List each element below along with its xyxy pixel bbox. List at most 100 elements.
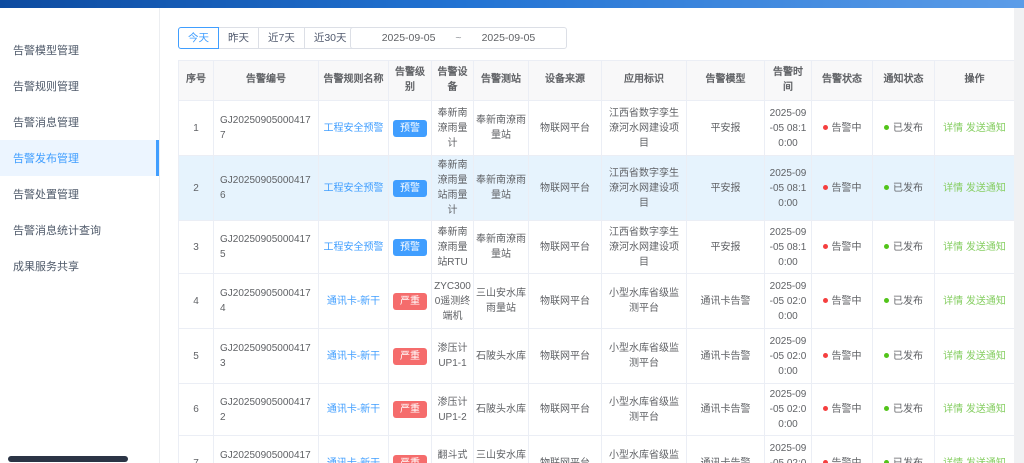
cell-alert-time: 2025-09-05 08:10:00 [764, 100, 812, 156]
sidebar-item-alert-stats-query[interactable]: 告警消息统计查询 [0, 212, 159, 248]
sidebar-item-alert-disposal-mgmt[interactable]: 告警处置管理 [0, 176, 159, 212]
send-notification-link[interactable]: 发送通知 [966, 351, 1006, 362]
detail-link[interactable]: 详情 [943, 296, 963, 307]
quick-filter-yesterday[interactable]: 昨天 [218, 27, 259, 49]
detail-link[interactable]: 详情 [943, 123, 963, 134]
detail-link[interactable]: 详情 [943, 351, 963, 362]
col-device: 告警设备 [431, 60, 474, 101]
table-row[interactable]: 6 GJ202509050004172 通讯卡-新干 严重 渗压计UP1-2 石… [178, 383, 1014, 436]
col-time: 告警时间 [764, 60, 812, 101]
cell-row-number: 4 [178, 273, 214, 329]
cell-alert-station: 石陂头水库 [473, 328, 529, 384]
published-status-dot [884, 459, 889, 463]
table-row[interactable]: 3 GJ202509050004175 工程安全预警 预警 奉新南潦雨量站RTU… [178, 220, 1014, 274]
cell-rule-name: 通讯卡-新干 [318, 383, 389, 436]
cell-alert-id: GJ202509050004171 [213, 435, 319, 463]
col-actions: 操作 [934, 60, 1014, 101]
cell-actions: 详情 发送通知 [934, 435, 1014, 463]
alert-status-text: 告警中 [831, 295, 862, 307]
alarm-status-dot [822, 297, 828, 303]
alarm-status-dot [822, 184, 828, 190]
cell-rule-name: 通讯卡-新干 [318, 273, 389, 329]
cell-device-source: 物联网平台 [528, 383, 602, 436]
alert-rule-link[interactable]: 通讯卡-新干 [327, 404, 380, 415]
cell-alert-status: 告警中 [811, 100, 873, 156]
send-notification-link[interactable]: 发送通知 [966, 183, 1006, 194]
cell-alert-model: 平安报 [686, 155, 765, 221]
start-date-value[interactable]: 2025-09-05 [382, 32, 436, 44]
table-row[interactable]: 7 GJ202509050004171 通讯卡-新干 严重 翻斗式雨量计 三山安… [178, 435, 1014, 463]
cell-alert-status: 告警中 [811, 435, 873, 463]
sidebar-item-alert-message-mgmt[interactable]: 告警消息管理 [0, 104, 159, 140]
send-notification-link[interactable]: 发送通知 [966, 296, 1006, 307]
cell-actions: 详情 发送通知 [934, 383, 1014, 436]
quick-filter-last-7-days[interactable]: 近7天 [258, 27, 305, 49]
cell-device-source: 物联网平台 [528, 273, 602, 329]
cell-alert-device: 奉新南潦雨量计 [431, 100, 474, 156]
detail-link[interactable]: 详情 [943, 242, 963, 253]
cell-actions: 详情 发送通知 [934, 100, 1014, 156]
cell-alert-id: GJ202509050004173 [213, 328, 319, 384]
table-row[interactable]: 5 GJ202509050004173 通讯卡-新干 严重 渗压计UP1-1 石… [178, 328, 1014, 384]
send-notification-link[interactable]: 发送通知 [966, 404, 1006, 415]
cell-rule-name: 通讯卡-新干 [318, 328, 389, 384]
alarm-status-dot [822, 352, 828, 358]
alert-level-badge: 预警 [393, 119, 427, 137]
detail-link[interactable]: 详情 [943, 183, 963, 194]
date-range-picker[interactable]: 2025-09-05 ~ 2025-09-05 [350, 27, 567, 49]
cell-alert-time: 2025-09-05 08:10:00 [764, 155, 812, 221]
table-row[interactable]: 1 GJ202509050004177 工程安全预警 预警 奉新南潦雨量计 奉新… [178, 100, 1014, 156]
cell-alert-status: 告警中 [811, 273, 873, 329]
notify-status-text: 已发布 [893, 182, 923, 194]
table-row[interactable]: 4 GJ202509050004174 通讯卡-新干 严重 ZYC3000遥测终… [178, 273, 1014, 329]
alert-rule-link[interactable]: 工程安全预警 [324, 242, 384, 253]
sidebar-item-alert-publish-mgmt[interactable]: 告警发布管理 [0, 140, 159, 176]
published-status-dot [884, 243, 889, 249]
cell-alert-time: 2025-09-05 02:00:00 [764, 273, 812, 329]
send-notification-link[interactable]: 发送通知 [966, 242, 1006, 253]
detail-link[interactable]: 详情 [943, 458, 963, 463]
cell-actions: 详情 发送通知 [934, 155, 1014, 221]
alarm-status-dot [822, 124, 828, 130]
cell-row-number: 7 [178, 435, 214, 463]
detail-link[interactable]: 详情 [943, 404, 963, 415]
alert-rule-link[interactable]: 通讯卡-新干 [327, 351, 380, 362]
alert-rule-link[interactable]: 工程安全预警 [324, 183, 384, 194]
published-status-dot [884, 352, 889, 358]
alert-status-text: 告警中 [831, 241, 862, 253]
alert-rule-link[interactable]: 通讯卡-新干 [327, 458, 380, 463]
sidebar-item-alert-rule-mgmt[interactable]: 告警规则管理 [0, 68, 159, 104]
cell-alert-device: 翻斗式雨量计 [431, 435, 474, 463]
notify-status-text: 已发布 [893, 295, 923, 307]
end-date-value[interactable]: 2025-09-05 [482, 32, 536, 44]
cell-app-identifier: 小型水库省级监测平台 [601, 383, 687, 436]
cell-alert-level: 预警 [388, 220, 432, 274]
alert-status-text: 告警中 [831, 350, 862, 362]
sidebar-item-result-service-sharing[interactable]: 成果服务共享 [0, 248, 159, 284]
table-row[interactable]: 2 GJ202509050004176 工程安全预警 预警 奉新南潦雨量站雨量计… [178, 155, 1014, 221]
quick-filter-last-30-days[interactable]: 近30天 [303, 27, 357, 49]
horizontal-scrollbar-thumb[interactable] [8, 456, 128, 462]
cell-alert-level: 严重 [388, 435, 432, 463]
cell-alert-model: 通讯卡告警 [686, 273, 765, 329]
alarm-status-dot [822, 243, 828, 249]
col-model: 告警模型 [686, 60, 765, 101]
cell-alert-level: 预警 [388, 155, 432, 221]
cell-alert-time: 2025-09-05 02:00:00 [764, 328, 812, 384]
alert-rule-link[interactable]: 通讯卡-新干 [327, 296, 380, 307]
cell-device-source: 物联网平台 [528, 328, 602, 384]
send-notification-link[interactable]: 发送通知 [966, 458, 1006, 463]
cell-app-identifier: 江西省数字孪生潦河水网建设项目 [601, 220, 687, 274]
cell-actions: 详情 发送通知 [934, 273, 1014, 329]
cell-alert-time: 2025-09-05 02:00:00 [764, 435, 812, 463]
alert-status-text: 告警中 [831, 404, 862, 415]
cell-alert-level: 严重 [388, 273, 432, 329]
col-station: 告警测站 [473, 60, 529, 101]
quick-filter-today[interactable]: 今天 [178, 27, 219, 49]
sidebar-item-alert-model-mgmt[interactable]: 告警模型管理 [0, 32, 159, 68]
cell-alert-id: GJ202509050004175 [213, 220, 319, 274]
alert-rule-link[interactable]: 工程安全预警 [324, 123, 384, 134]
send-notification-link[interactable]: 发送通知 [966, 123, 1006, 134]
alert-level-badge: 严重 [393, 454, 427, 463]
notify-status-text: 已发布 [893, 241, 923, 253]
